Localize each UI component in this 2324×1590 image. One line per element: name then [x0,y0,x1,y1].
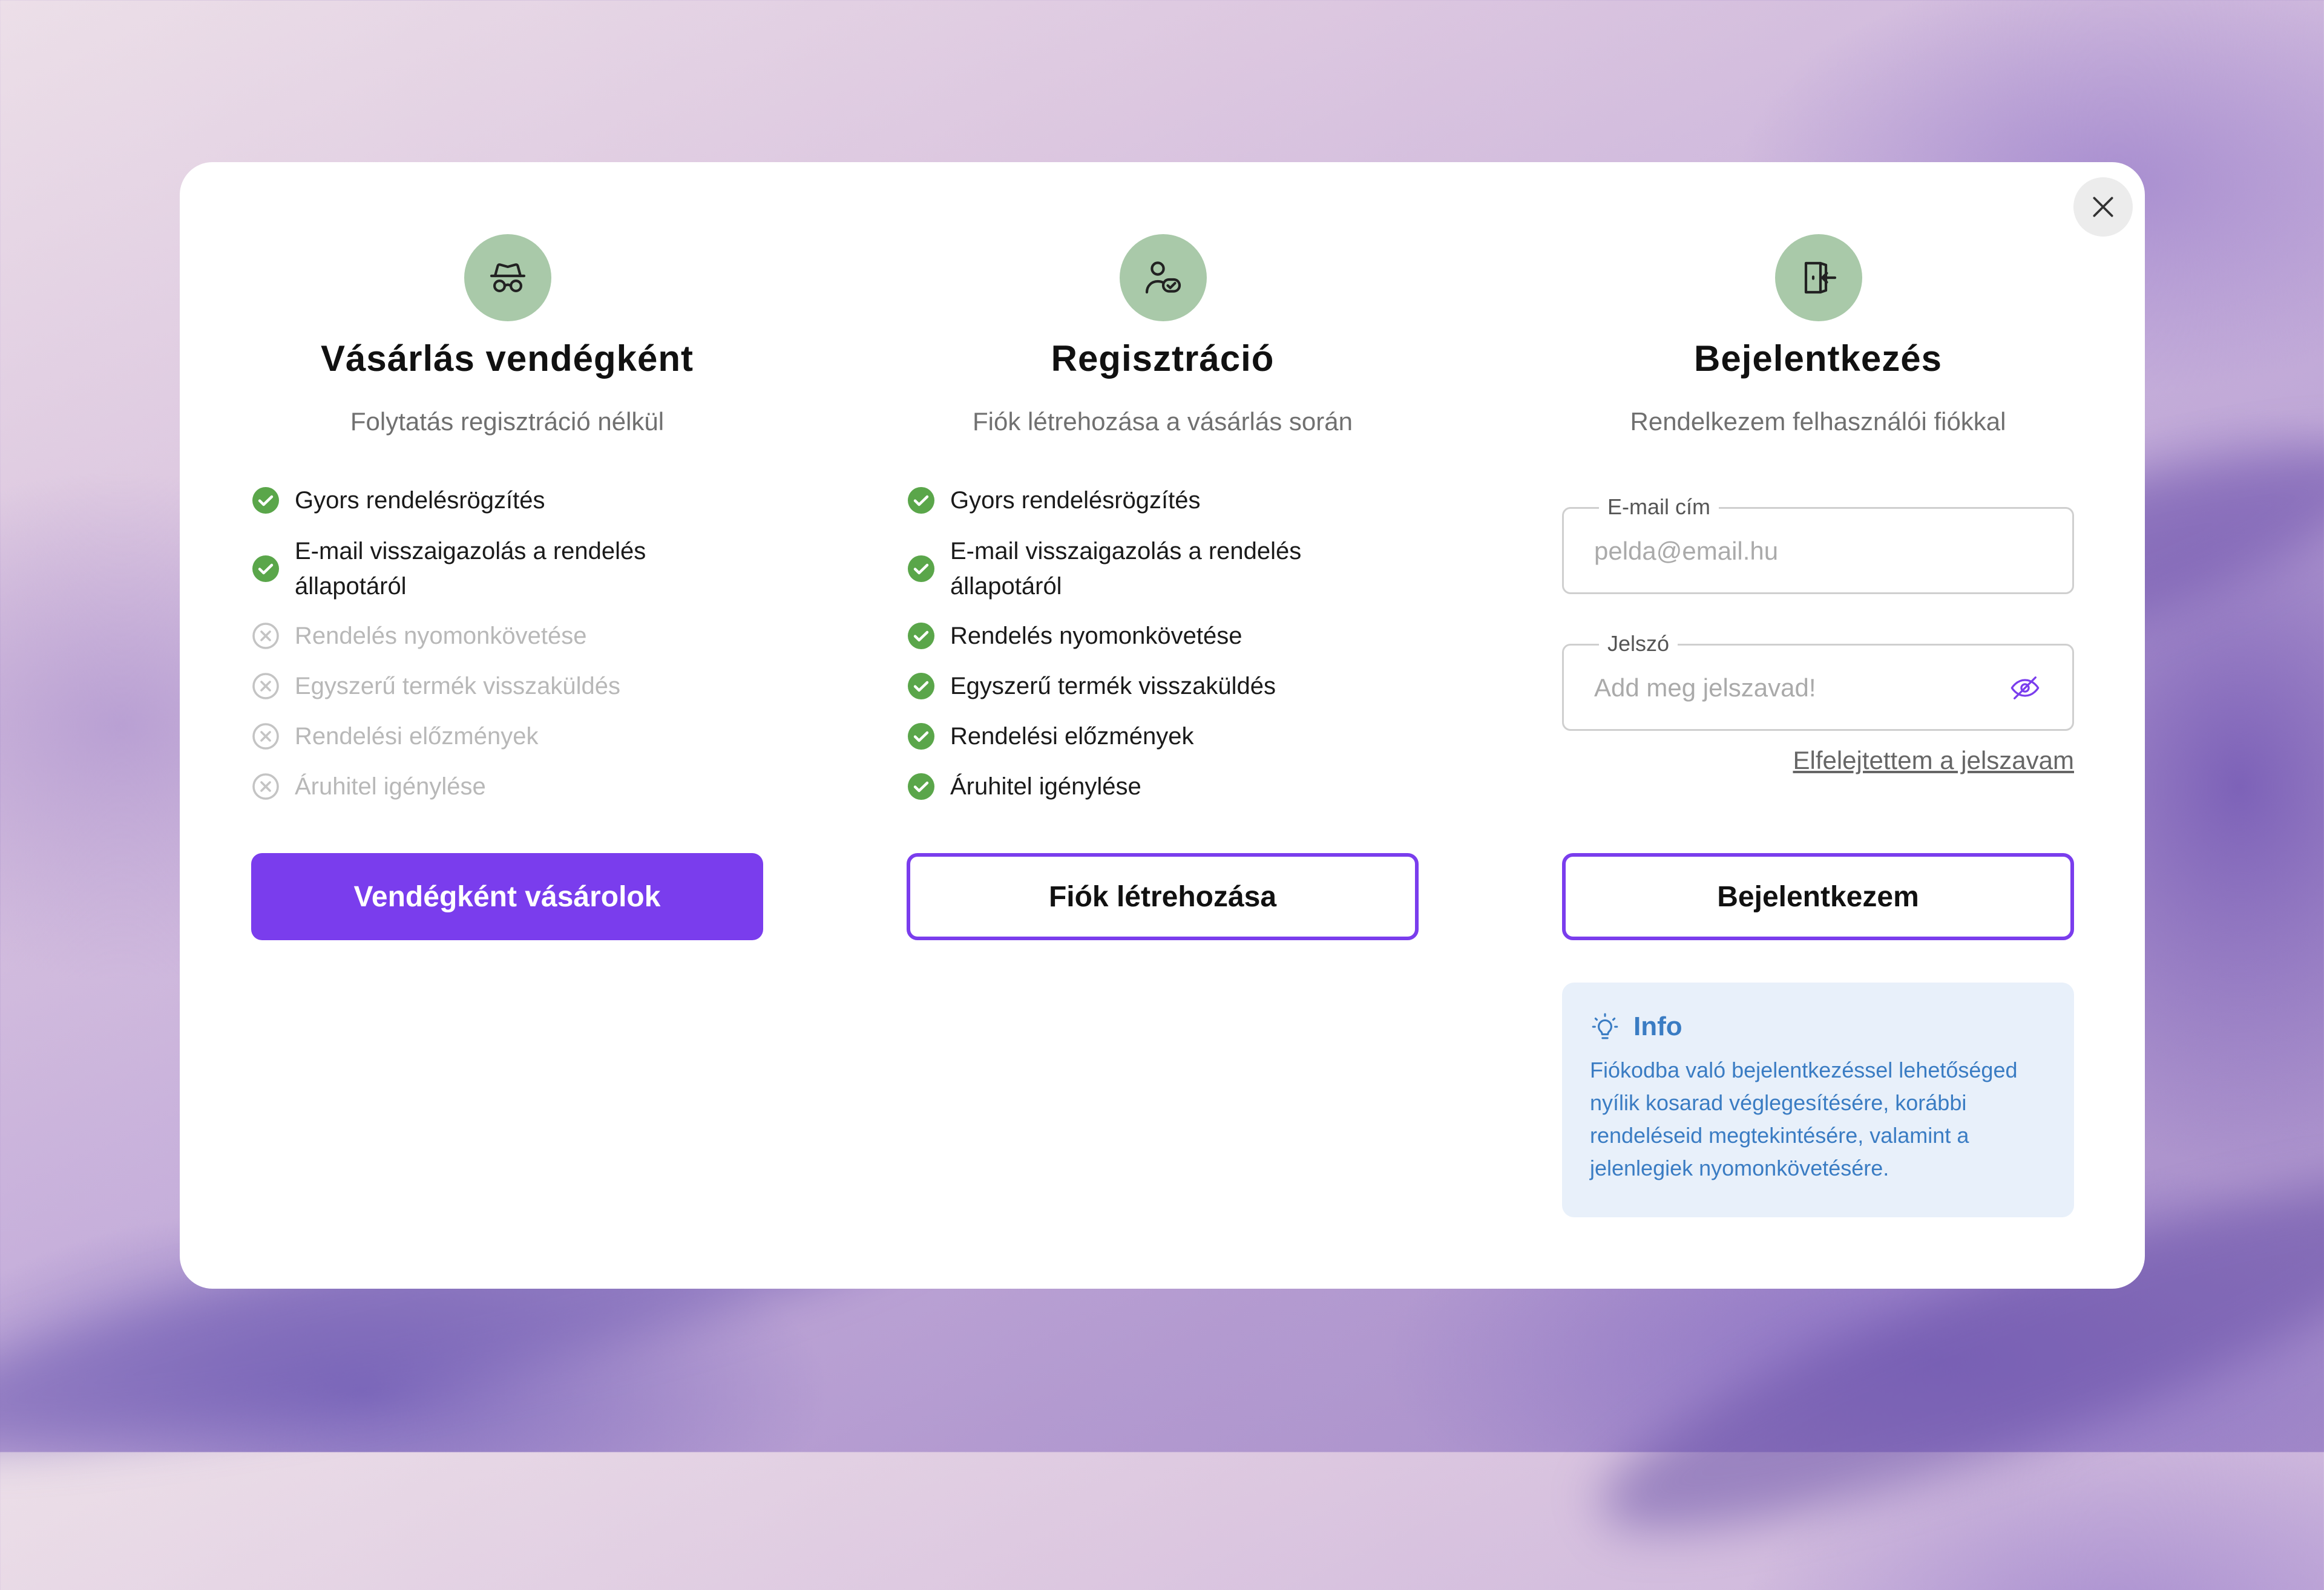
check-icon [907,672,936,701]
feature-item: Rendelés nyomonkövetése [907,618,1242,653]
feature-item: Rendelési előzmények [251,719,538,754]
password-field: Jelszó [1562,630,2074,731]
incognito-icon [464,234,551,321]
check-icon [251,486,280,515]
close-icon [2093,197,2113,217]
feature-label: Gyors rendelésrögzítés [950,487,1201,514]
register-title: Regisztráció [1051,338,1275,379]
info-text: Fiókodba való bejelentkezéssel lehetőség… [1590,1058,2018,1180]
feature-label: Gyors rendelésrögzítés [295,487,545,514]
feature-item: Áruhitel igénylése [907,769,1141,804]
x-circle-icon [251,772,280,801]
check-icon [907,722,936,751]
login-button[interactable]: Bejelentkezem [1562,853,2074,940]
feature-label: Áruhitel igénylése [950,773,1141,800]
check-icon [907,621,936,650]
feature-label: E-mail visszaigazolás a rendelés állapot… [950,538,1302,600]
feature-label: Áruhitel igénylése [295,773,486,800]
feature-label: Rendelési előzmények [295,723,539,750]
feature-label: Egyszerű termék visszaküldés [295,673,620,699]
x-circle-icon [251,722,280,751]
check-icon [907,554,936,583]
login-door-icon [1775,234,1862,321]
eye-off-icon[interactable] [2009,672,2041,704]
feature-label: E-mail visszaigazolás a rendelés állapot… [295,538,646,600]
guest-subtitle: Folytatás regisztráció nélkül [350,407,665,436]
login-title: Bejelentkezés [1694,338,1942,379]
feature-item: E-mail visszaigazolás a rendelés állapot… [251,534,711,604]
x-circle-icon [251,672,280,701]
check-icon [907,772,936,801]
feature-item: Rendelés nyomonkövetése [251,618,587,653]
lightbulb-icon [1592,1013,1618,1039]
feature-label: Rendelési előzmények [950,723,1194,750]
feature-item: Egyszerű termék visszaküldés [251,669,620,704]
password-input[interactable] [1593,646,2007,730]
register-subtitle: Fiók létrehozása a vásárlás során [973,407,1353,436]
auth-modal: Vásárlás vendégként Folytatás regisztrác… [180,162,2145,1289]
forgot-password-link[interactable]: Elfelejtettem a jelszavam [1793,746,2074,775]
feature-item: Rendelési előzmények [907,719,1193,754]
feature-label: Rendelés nyomonkövetése [950,623,1242,649]
user-check-icon [1120,234,1207,321]
create-account-button[interactable]: Fiók létrehozása [907,853,1419,940]
feature-item: Gyors rendelésrögzítés [251,483,545,518]
feature-label: Rendelés nyomonkövetése [295,623,587,649]
feature-label: Egyszerű termék visszaküldés [950,673,1276,699]
check-icon [251,554,280,583]
email-field: E-mail cím [1562,493,2074,594]
info-title: Info [1633,1012,1682,1041]
x-circle-icon [251,621,280,650]
close-button[interactable] [2073,177,2133,237]
info-header: Info [1590,1012,2046,1042]
guest-title: Vásárlás vendégként [321,338,694,379]
feature-item: Áruhitel igénylése [251,769,486,804]
login-subtitle: Rendelkezem felhasználói fiókkal [1630,407,2006,436]
feature-item: Egyszerű termék visszaküldés [907,669,1276,704]
feature-item: E-mail visszaigazolás a rendelés állapot… [907,534,1367,604]
feature-item: Gyors rendelésrögzítés [907,483,1201,518]
check-icon [907,486,936,515]
guest-checkout-button[interactable]: Vendégként vásárolok [251,853,763,940]
info-box: Info Fiókodba való bejelentkezéssel lehe… [1562,983,2074,1217]
email-input[interactable] [1593,509,2007,594]
